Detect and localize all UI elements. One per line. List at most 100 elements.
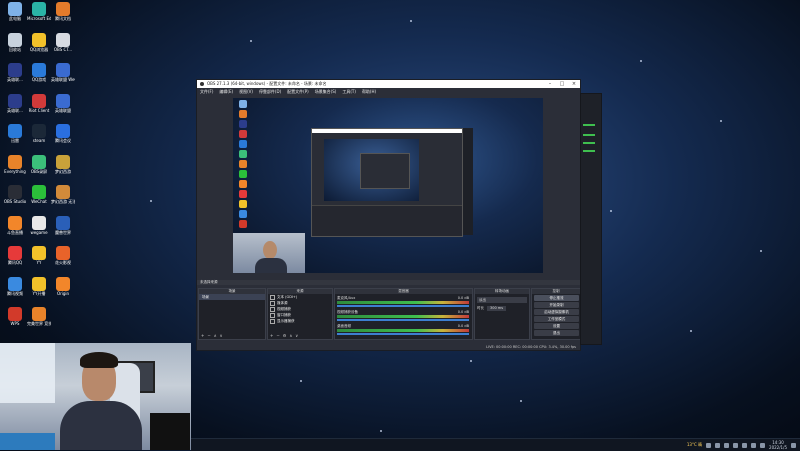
desktop-shortcut[interactable]: 梦幻西游 无法... xyxy=(51,185,75,204)
microphone-shape xyxy=(150,413,190,450)
shortcut-label: 腾讯会议 xyxy=(55,138,71,143)
menu-profile[interactable]: 配置文件(P) xyxy=(287,88,309,95)
remove-icon[interactable]: − xyxy=(276,333,279,338)
desktop-shortcut[interactable]: 英雄联盟 xyxy=(51,93,75,113)
clock[interactable]: 14:30 2022/1/5 xyxy=(769,440,787,450)
qq-game-icon xyxy=(32,63,46,77)
desktop-shortcut[interactable]: 英雄联... xyxy=(3,63,27,82)
desktop-shortcut[interactable]: Everything xyxy=(3,154,27,174)
add-icon[interactable]: + xyxy=(270,333,273,338)
menu-file[interactable]: 文件(F) xyxy=(200,88,213,95)
tray-icon[interactable] xyxy=(724,442,730,448)
stop-streaming-button[interactable]: 停止推流 xyxy=(534,295,579,301)
volume-slider[interactable] xyxy=(337,333,469,335)
menu-edit[interactable]: 编辑(E) xyxy=(219,88,233,95)
volume-slider[interactable] xyxy=(337,319,469,321)
duration-input[interactable]: 300 ms xyxy=(487,306,507,311)
desktop-shortcut[interactable]: 完美世界 竞技平台 xyxy=(27,307,51,326)
desktop-shortcut[interactable]: 迅雷 xyxy=(3,124,27,143)
tray-icon[interactable] xyxy=(733,442,739,448)
mixer-dock-title: 混音器 xyxy=(335,289,472,294)
tray-icon[interactable] xyxy=(742,442,748,448)
source-item[interactable]: 显示器捕获 xyxy=(268,318,332,324)
volume-slider[interactable] xyxy=(337,305,469,307)
desktop-shortcut[interactable]: 此电脑 xyxy=(3,2,27,21)
shortcut-label: 英雄联... xyxy=(7,77,23,82)
recorder-icon xyxy=(32,154,46,169)
menu-scene-collection[interactable]: 场景集合(S) xyxy=(315,88,337,95)
shortcut-label: YY开播 xyxy=(32,290,46,296)
menu-help[interactable]: 帮助(H) xyxy=(362,88,376,95)
desktop-shortcut[interactable]: 魔兽世界 xyxy=(51,215,75,235)
wegame-icon xyxy=(56,63,70,77)
scene-item[interactable]: 场景 xyxy=(199,294,265,300)
volume-icon[interactable] xyxy=(760,442,766,448)
recycle-bin-icon xyxy=(8,32,22,47)
desktop-shortcut[interactable]: 英雄联盟 WeGame版 xyxy=(51,63,75,82)
desktop-shortcut[interactable]: OBS CT... xyxy=(51,32,75,52)
window-titlebar[interactable]: OBS 27.1.3 (64-bit, windows) - 配置文件: 未命名… xyxy=(197,80,580,88)
up-icon[interactable]: ∧ xyxy=(289,333,292,338)
desktop-shortcut[interactable]: 梦幻西游 xyxy=(51,154,75,174)
mixer-channel: 桌面音频 0.0 dB xyxy=(337,324,469,335)
add-icon[interactable]: + xyxy=(201,333,204,338)
volume-meter xyxy=(337,329,469,332)
desktop-shortcut[interactable]: YY开播 xyxy=(27,276,51,296)
desktop-shortcut[interactable]: WPS xyxy=(3,307,27,326)
desktop-shortcut[interactable]: 腾讯文档 xyxy=(51,2,75,21)
network-icon[interactable] xyxy=(751,442,757,448)
menu-tools[interactable]: 工具(T) xyxy=(342,88,356,95)
desktop-shortcut[interactable]: QQ浏览器 xyxy=(27,32,51,52)
desktop-shortcut[interactable]: 斗鱼直播 xyxy=(3,215,27,235)
desktop-shortcut[interactable]: 腾讯会议 xyxy=(51,124,75,143)
desktop-shortcut[interactable]: QQ游戏 xyxy=(27,63,51,82)
desktop-shortcut[interactable]: 腾讯QQ xyxy=(3,246,27,265)
gear-icon[interactable]: ⚙ xyxy=(283,333,287,338)
desktop-shortcut[interactable]: YY xyxy=(27,246,51,265)
transition-select[interactable]: 淡出 xyxy=(477,297,527,303)
desktop-shortcut[interactable]: 回收站 xyxy=(3,32,27,52)
shortcut-label: WeChat xyxy=(31,199,47,204)
tray-icon[interactable] xyxy=(715,442,721,448)
settings-button[interactable]: 设置 xyxy=(534,323,579,329)
background-window[interactable] xyxy=(580,93,602,345)
menu-docks[interactable]: 停靠部件(D) xyxy=(259,88,281,95)
desktop-shortcut[interactable]: steam xyxy=(27,124,51,143)
remove-icon[interactable]: − xyxy=(207,333,210,338)
shortcut-label: wegame xyxy=(30,229,48,235)
weather-widget[interactable]: 13°C 晴 xyxy=(687,442,702,448)
notification-icon[interactable] xyxy=(791,442,796,448)
desktop-shortcut[interactable]: Origin xyxy=(51,276,75,296)
game-icon xyxy=(56,185,70,199)
dock-area: 未选择来源 场景 场景 + − ∧ ∨ 来源 文本 (GDI+) 媒体源 视频捕获 窗… xyxy=(197,280,581,340)
desktop-shortcut[interactable]: OBS录屏 xyxy=(27,154,51,174)
mixer-channel: 视频捕获设备 0.0 dB xyxy=(337,310,469,321)
shortcut-label: 回收站 xyxy=(9,46,21,52)
virtual-camera-button[interactable]: 启动虚拟摄像机 xyxy=(534,309,579,315)
yy-live-icon xyxy=(32,276,46,291)
start-recording-button[interactable]: 开始录制 xyxy=(534,302,579,308)
desktop-shortcut[interactable]: wegame xyxy=(27,215,51,235)
close-button[interactable]: × xyxy=(568,80,580,88)
minimize-button[interactable]: – xyxy=(544,80,556,88)
desktop-shortcut[interactable]: 腾讯视频 xyxy=(3,276,27,296)
shortcut-label: 此电脑 xyxy=(9,16,21,21)
menu-view[interactable]: 视图(V) xyxy=(239,88,253,95)
preview-canvas[interactable] xyxy=(233,98,543,273)
up-icon[interactable]: ∧ xyxy=(214,333,217,338)
game-icon xyxy=(8,63,22,77)
desktop-shortcut[interactable]: OBS Studio xyxy=(3,185,27,204)
exit-button[interactable]: 退出 xyxy=(534,330,579,336)
desktop-shortcut[interactable]: Riot Client xyxy=(27,93,51,113)
desktop-shortcut[interactable]: 花火影视 xyxy=(51,246,75,265)
studio-mode-button[interactable]: 工作室模式 xyxy=(534,316,579,322)
desktop-shortcut[interactable]: Microsoft Edge xyxy=(27,2,51,21)
down-icon[interactable]: ∨ xyxy=(220,333,223,338)
tray-icon[interactable] xyxy=(706,442,712,448)
down-icon[interactable]: ∨ xyxy=(295,333,298,338)
maximize-button[interactable]: □ xyxy=(556,80,568,88)
menu-bar: 文件(F) 编辑(E) 视图(V) 停靠部件(D) 配置文件(P) 场景集合(S… xyxy=(197,88,580,95)
desktop-shortcut[interactable]: WeChat xyxy=(27,185,51,204)
desktop-shortcut[interactable]: 英雄联... xyxy=(3,93,27,113)
obs-window[interactable]: OBS 27.1.3 (64-bit, windows) - 配置文件: 未命名… xyxy=(196,79,581,351)
